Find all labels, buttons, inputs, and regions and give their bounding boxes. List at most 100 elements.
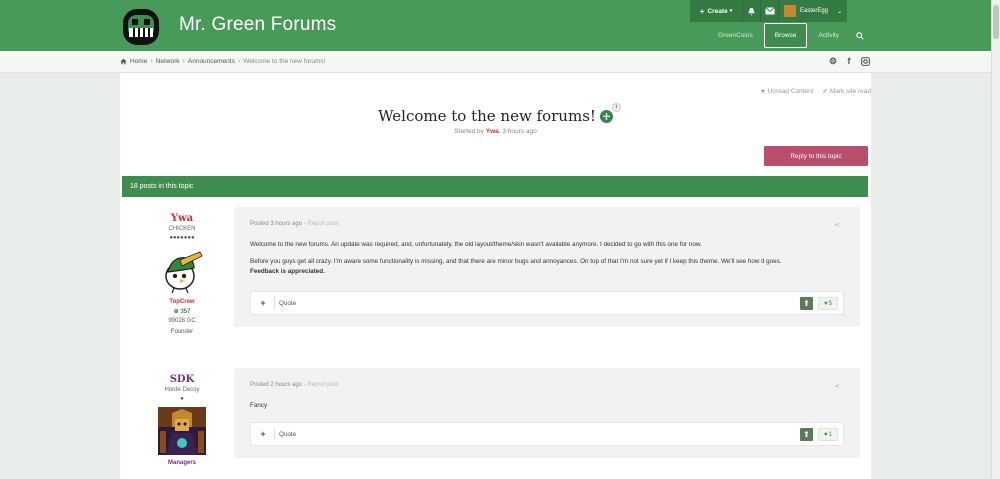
follow-count: 1 [611, 102, 621, 112]
coins-value: 357 [180, 309, 191, 315]
user-avatar [784, 5, 796, 17]
site-logo[interactable] [120, 6, 162, 48]
post-date[interactable]: Posted 2 hours ago [250, 382, 302, 388]
breadcrumb-network[interactable]: Network [156, 58, 180, 65]
upvote-button[interactable]: ⬆ [800, 428, 813, 441]
report-post-link[interactable]: Report post [307, 221, 338, 227]
post-paragraph: Welcome to the new forums. An update was… [250, 241, 702, 248]
post-actions-bar: + Quote ⬆ ♥ 1 [250, 422, 844, 446]
steam-icon[interactable]: ⚙ [828, 56, 838, 66]
author-group: Managers [167, 460, 196, 466]
mark-read-link[interactable]: ✔ Mark site read [823, 87, 871, 95]
author-avatar[interactable] [158, 246, 206, 294]
plus-icon: + [699, 6, 705, 16]
post-paragraph-text: Before you guys get all crazy. I'm aware… [250, 258, 782, 266]
reply-to-topic-button[interactable]: Reply to this topic [764, 146, 868, 166]
plus-circle-icon: ⊕ [173, 309, 179, 315]
post: SDK Horde Decoy ● Managers Posted 2 hour… [122, 366, 868, 479]
author-title: Horde Decoy [164, 387, 200, 393]
breadcrumb-home[interactable]: Home [130, 58, 147, 65]
quote-button[interactable]: Quote [279, 431, 296, 438]
post-author-name[interactable]: Ywa [142, 213, 222, 224]
rank-pips: ● [180, 396, 184, 402]
chevron-right-icon: › [182, 58, 185, 65]
post-author-info: SDK Horde Decoy ● Managers [142, 374, 222, 466]
messages-button[interactable] [761, 0, 779, 22]
author-role: Founder [170, 329, 194, 335]
star-icon: ★ [760, 88, 766, 95]
post-author-name[interactable]: SDK [142, 374, 222, 385]
likes-value: 1 [828, 431, 832, 438]
top-actions: ★ Unread Content ✔ Mark site read [760, 87, 871, 95]
reaction-count[interactable]: ♥ 5 [818, 297, 838, 310]
heart-icon: ♥ [824, 300, 828, 307]
topic-container: ★ Unread Content ✔ Mark site read Welcom… [120, 73, 871, 479]
unread-content-label: Unread Content [767, 88, 814, 95]
breadcrumb-announcements[interactable]: Announcements [188, 58, 235, 65]
instagram-icon[interactable] [860, 56, 870, 66]
chevron-down-icon: ⌄ [836, 8, 842, 15]
heart-icon: ♥ [824, 431, 828, 438]
post: Ywa CHICKEN ●●●●●●● TopCrew ⊕ 357 99028 … [122, 205, 868, 335]
arrow-up-icon: ⬆ [803, 430, 810, 439]
nav-activity[interactable]: Activity [807, 23, 850, 48]
plus-icon: + [601, 109, 612, 123]
unread-content-link[interactable]: ★ Unread Content [760, 87, 814, 95]
quote-button[interactable]: Quote [279, 300, 296, 307]
social-links: ⚙ f [828, 56, 870, 66]
post-bold-line: Feedback is appreciated. [250, 267, 325, 275]
create-button[interactable]: + Create ▾ [690, 0, 743, 22]
share-icon[interactable]: ⋖ [834, 382, 840, 390]
scrollbar-thumb[interactable] [993, 5, 999, 39]
likes-value: 5 [828, 300, 832, 307]
topic-author-link[interactable]: Ywa [486, 128, 499, 135]
bell-icon [748, 7, 755, 16]
upvote-button[interactable]: ⬆ [800, 297, 813, 310]
breadcrumb-current: Welcome to the new forums! [243, 58, 326, 65]
user-bar: + Create ▾ EasterEgg ⌄ [690, 0, 847, 22]
post-meta: Posted 2 hours ago · Report post [250, 382, 339, 388]
author-avatar[interactable] [158, 407, 206, 455]
home-icon [120, 58, 127, 65]
create-label: Create [707, 7, 728, 15]
breadcrumb: Home › Network › Announcements › Welcome… [120, 58, 325, 65]
check-icon: ✔ [822, 88, 828, 95]
post-paragraph: Fancy [250, 402, 268, 409]
notifications-button[interactable] [743, 0, 761, 22]
username: EasterEgg [800, 8, 829, 14]
posts-count-bar: 18 posts in this topic [122, 176, 868, 197]
started-by-prefix: Started by [454, 128, 484, 135]
chevron-right-icon: › [237, 58, 241, 65]
topic-started-by: Started by Ywa, 3 hours ago [120, 128, 871, 135]
author-gc: 99028 GC [168, 318, 196, 324]
reaction-count[interactable]: ♥ 1 [818, 428, 838, 441]
post-paragraph: Before you guys get all crazy. I'm aware… [250, 257, 844, 276]
multiquote-button[interactable]: + [257, 428, 275, 440]
chevron-right-icon: › [150, 58, 153, 65]
post-author-info: Ywa CHICKEN ●●●●●●● TopCrew ⊕ 357 99028 … [142, 213, 222, 335]
facebook-icon[interactable]: f [844, 56, 854, 66]
author-coins: ⊕ 357 [142, 308, 222, 315]
post-actions-bar: + Quote ⬆ ♥ 5 [250, 291, 844, 315]
site-header: Mr. Green Forums + Create ▾ EasterEgg ⌄ … [0, 0, 1000, 51]
arrow-up-icon: ⬆ [803, 299, 810, 308]
post-content: Welcome to the new forums. An update was… [250, 240, 844, 276]
post-body: Posted 2 hours ago · Report post ⋖ Fancy… [234, 368, 860, 458]
search-button[interactable] [850, 23, 870, 48]
site-title[interactable]: Mr. Green Forums [179, 14, 336, 36]
multiquote-button[interactable]: + [257, 297, 275, 309]
report-post-link[interactable]: Report post [307, 382, 338, 388]
follow-button[interactable]: + 1 [599, 102, 621, 123]
author-group: TopCrew [169, 299, 195, 305]
nav-browse[interactable]: Browse [763, 23, 808, 48]
nav-greencoins[interactable]: GreenCoins [707, 23, 764, 48]
page-scrollbar[interactable] [991, 0, 1000, 479]
search-icon [856, 31, 864, 40]
started-when: , 3 hours ago [498, 128, 537, 135]
mark-read-label: Mark site read [829, 88, 871, 95]
share-icon[interactable]: ⋖ [834, 221, 840, 229]
user-menu[interactable]: EasterEgg ⌄ [779, 0, 847, 22]
topic-title: Welcome to the new forums! [378, 107, 596, 125]
post-date[interactable]: Posted 3 hours ago [250, 221, 302, 227]
post-body: Posted 3 hours ago · Report post ⋖ Welco… [234, 207, 860, 327]
